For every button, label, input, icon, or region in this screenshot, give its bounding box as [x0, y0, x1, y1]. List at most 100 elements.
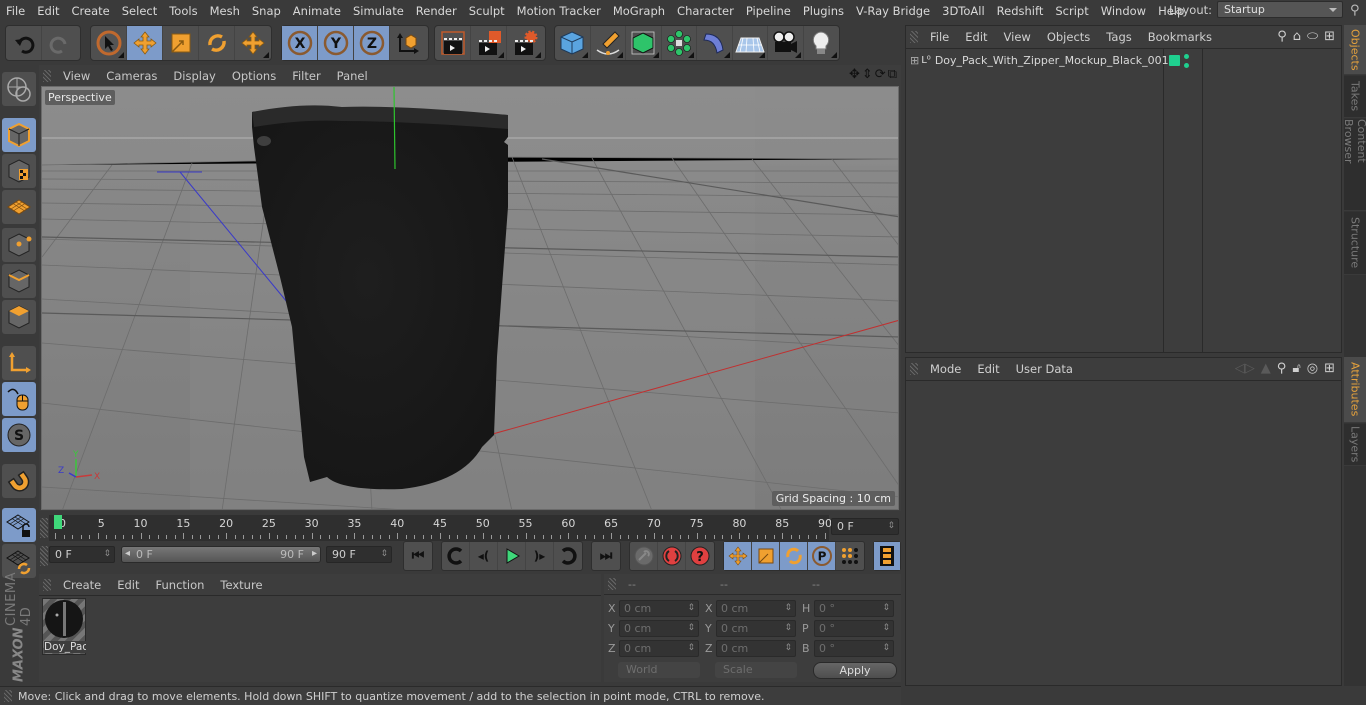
- menu-plugins[interactable]: Plugins: [797, 0, 850, 22]
- menu-mesh[interactable]: Mesh: [204, 0, 246, 22]
- apply-button[interactable]: Apply: [813, 662, 897, 679]
- playhead[interactable]: [54, 515, 62, 529]
- scale-tool-button[interactable]: [163, 26, 199, 60]
- menu-snap[interactable]: Snap: [246, 0, 287, 22]
- coordinate-system-button[interactable]: [390, 26, 426, 60]
- position-y-field[interactable]: 0 cm: [619, 620, 699, 637]
- record-key-button[interactable]: [630, 542, 658, 570]
- target-icon[interactable]: ◎: [1307, 361, 1318, 376]
- menu-mograph[interactable]: MoGraph: [607, 0, 671, 22]
- key-pla-button[interactable]: [836, 542, 864, 570]
- deformer-button[interactable]: [697, 26, 733, 60]
- size-y-field[interactable]: 0 cm: [716, 620, 796, 637]
- attributes-menu-user-data[interactable]: User Data: [1008, 362, 1081, 376]
- tab-attributes[interactable]: Attributes: [1344, 357, 1366, 423]
- camera-label[interactable]: Perspective: [45, 90, 115, 105]
- redo-button[interactable]: [42, 26, 78, 60]
- menu-tools[interactable]: Tools: [163, 0, 203, 22]
- timeline-window-button[interactable]: [874, 542, 900, 570]
- points-mode-button[interactable]: [2, 228, 36, 262]
- new-panel-icon[interactable]: ⊞: [1324, 361, 1335, 376]
- keyframe-selection-button[interactable]: ?: [686, 542, 714, 570]
- objects-menu-view[interactable]: View: [996, 30, 1039, 44]
- render-view-button[interactable]: [435, 26, 471, 60]
- model-mode-button[interactable]: [2, 118, 36, 152]
- lock-icon[interactable]: 🔓︎: [1292, 361, 1300, 376]
- size-mode-dropdown[interactable]: Scale: [715, 662, 797, 678]
- current-frame-field[interactable]: 0 F: [831, 518, 899, 535]
- tab-takes[interactable]: Takes: [1344, 76, 1366, 118]
- axis-mode-button[interactable]: [2, 346, 36, 380]
- size-x-field[interactable]: 0 cm: [716, 600, 796, 617]
- menu-create[interactable]: Create: [66, 0, 116, 22]
- move-tool-button[interactable]: [127, 26, 163, 60]
- layout-dropdown[interactable]: Startup: [1217, 1, 1343, 18]
- menu-simulate[interactable]: Simulate: [347, 0, 410, 22]
- cube-button[interactable]: [555, 26, 591, 60]
- key-position-button[interactable]: [724, 542, 752, 570]
- timeline-ruler[interactable]: 0 5 10 15 20 25 30 35 40 45 50 55 60 65 70 75 80 85 90: [49, 515, 832, 541]
- 3d-viewport[interactable]: Y X Z Perspective Grid Spacing : 10 cm: [41, 86, 899, 510]
- rotation-p-field[interactable]: 0 °: [814, 620, 894, 637]
- menu-sculpt[interactable]: Sculpt: [463, 0, 511, 22]
- menu-render[interactable]: Render: [410, 0, 463, 22]
- camera-button[interactable]: [768, 26, 804, 60]
- eye-icon[interactable]: ⬭: [1307, 29, 1318, 44]
- panel-grip[interactable]: [40, 518, 48, 538]
- viewport-menu-options[interactable]: Options: [224, 69, 284, 83]
- attributes-menu-edit[interactable]: Edit: [969, 362, 1007, 376]
- rotate-tool-button[interactable]: [199, 26, 235, 60]
- z-axis-lock-button[interactable]: Z: [354, 26, 390, 60]
- live-selection-button[interactable]: [91, 26, 127, 60]
- light-button[interactable]: [804, 26, 839, 60]
- range-left-arrow-icon[interactable]: ◂: [125, 548, 130, 559]
- search-icon[interactable]: ⚲: [1350, 3, 1360, 18]
- menu-select[interactable]: Select: [116, 0, 163, 22]
- material-menu-create[interactable]: Create: [55, 578, 109, 592]
- panel-grip[interactable]: [43, 69, 51, 82]
- edges-mode-button[interactable]: [2, 264, 36, 298]
- goto-end-button[interactable]: ⏭: [592, 542, 620, 570]
- tab-structure[interactable]: Structure: [1344, 212, 1366, 275]
- search-icon[interactable]: ⚲: [1277, 29, 1287, 44]
- tab-layers[interactable]: Layers: [1344, 424, 1366, 466]
- goto-start-button[interactable]: ⏮: [404, 542, 432, 570]
- size-z-field[interactable]: 0 cm: [716, 640, 796, 657]
- solo-mode-button[interactable]: S: [2, 418, 36, 452]
- visibility-dots[interactable]: [1184, 54, 1189, 68]
- material-menu-function[interactable]: Function: [148, 578, 213, 592]
- key-scale-button[interactable]: [752, 542, 780, 570]
- play-button[interactable]: [498, 542, 526, 570]
- menu-file[interactable]: File: [0, 0, 31, 22]
- zoom-dolly-icon[interactable]: ⇕: [862, 67, 873, 82]
- menu-animate[interactable]: Animate: [287, 0, 347, 22]
- key-parameter-button[interactable]: P: [808, 542, 836, 570]
- toggle-layout-icon[interactable]: ⧉: [888, 67, 897, 82]
- menu-3dtoall[interactable]: 3DToAll: [936, 0, 991, 22]
- objects-menu-bookmarks[interactable]: Bookmarks: [1140, 30, 1220, 44]
- next-key-button[interactable]: [554, 542, 582, 570]
- object-name[interactable]: Doy_Pack_With_Zipper_Mockup_Black_001: [935, 54, 1169, 67]
- y-axis-lock-button[interactable]: Y: [318, 26, 354, 60]
- material-menu-edit[interactable]: Edit: [109, 578, 147, 592]
- workplane-mode-button[interactable]: [2, 190, 36, 224]
- orbit-icon[interactable]: ⟳: [875, 67, 886, 82]
- object-row[interactable]: ⊞ L⁰ Doy_Pack_With_Zipper_Mockup_Black_0…: [908, 51, 1202, 69]
- autokey-button[interactable]: [658, 542, 686, 570]
- viewport-menu-view[interactable]: View: [55, 69, 98, 83]
- pen-spline-button[interactable]: [591, 26, 626, 60]
- coordinate-mode-dropdown[interactable]: World: [618, 662, 700, 678]
- up-arrow-icon[interactable]: ▲: [1261, 361, 1271, 376]
- viewport-menu-panel[interactable]: Panel: [329, 69, 376, 83]
- objects-menu-tags[interactable]: Tags: [1098, 30, 1139, 44]
- rotation-h-field[interactable]: 0 °: [814, 600, 894, 617]
- position-x-field[interactable]: 0 cm: [619, 600, 699, 617]
- panel-grip[interactable]: [910, 363, 918, 375]
- objects-menu-file[interactable]: File: [922, 30, 957, 44]
- frame-range-slider[interactable]: ◂ 0 F 90 F ▸: [121, 546, 321, 563]
- objects-menu-objects[interactable]: Objects: [1039, 30, 1098, 44]
- panel-grip[interactable]: [4, 690, 12, 702]
- make-editable-button[interactable]: [2, 72, 36, 106]
- menu-character[interactable]: Character: [671, 0, 740, 22]
- prev-key-button[interactable]: [442, 542, 470, 570]
